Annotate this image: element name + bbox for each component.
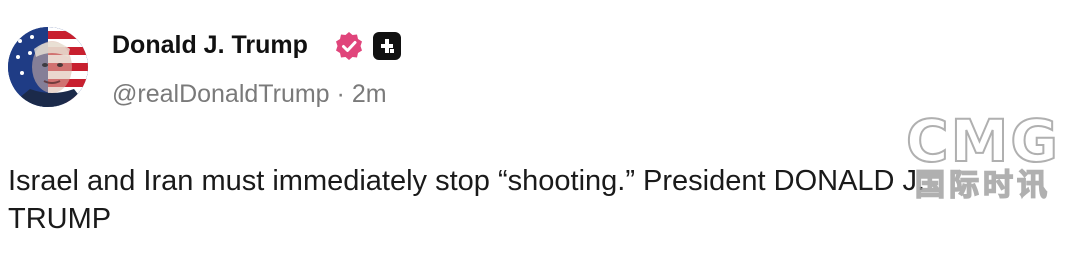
display-name[interactable]: Donald J. Trump	[112, 28, 308, 62]
verified-badge-icon	[336, 32, 362, 60]
meta-separator: ·	[336, 80, 345, 108]
truth-social-badge-icon	[373, 32, 401, 60]
post-timestamp[interactable]: 2m	[352, 80, 387, 108]
author-handle[interactable]: @realDonaldTrump	[112, 80, 330, 108]
author-meta: @realDonaldTrump · 2m	[112, 77, 387, 111]
avatar[interactable]	[8, 27, 88, 107]
post-text: Israel and Iran must immediately stop “s…	[8, 165, 926, 235]
flag-portrait-avatar-icon	[8, 27, 88, 107]
truth-post: Donald J. Trump @realDonaldTrump · 2m Is…	[0, 0, 1080, 268]
